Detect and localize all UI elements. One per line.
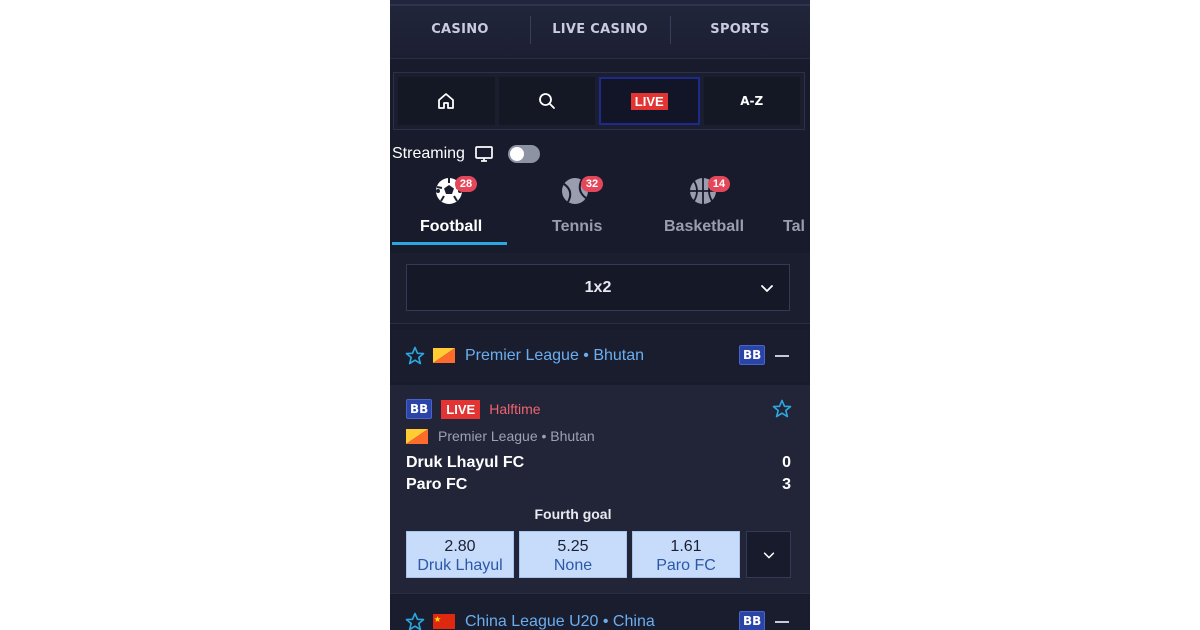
odd-button-home[interactable]: 2.80 Druk Lhayul <box>406 531 514 578</box>
china-flag-icon <box>433 614 455 629</box>
active-sport-indicator <box>392 242 507 245</box>
sport-tabs: 28 Football 32 Tennis 14 Basketball Tal <box>390 170 810 248</box>
market-select[interactable]: 1x2 <box>406 264 790 311</box>
home-icon <box>438 93 455 109</box>
odd-label: Paro FC <box>656 557 716 574</box>
bet-builder-badge: BB <box>739 345 766 365</box>
sport-tab-tennis[interactable]: 32 Tennis <box>515 170 633 246</box>
monitor-icon <box>475 146 493 162</box>
streaming-toggle[interactable] <box>507 145 540 163</box>
home-button[interactable] <box>398 77 495 125</box>
tab-sports[interactable]: SPORTS <box>670 0 810 58</box>
az-label: A-Z <box>740 94 764 108</box>
home-team: Druk Lhayul FC <box>406 454 525 471</box>
league-name[interactable]: Premier League • Bhutan <box>465 347 644 365</box>
event-league-name: Premier League • Bhutan <box>438 428 595 444</box>
bhutan-flag-icon <box>406 428 428 444</box>
market-select-value: 1x2 <box>584 278 612 296</box>
divider <box>390 593 810 594</box>
odd-value: 5.25 <box>557 538 589 555</box>
tab-live-casino[interactable]: LIVE CASINO <box>530 0 670 58</box>
partial-sport-label: Tal <box>783 218 805 235</box>
tab-casino[interactable]: CASINO <box>390 0 530 58</box>
live-button[interactable]: LIVE <box>599 77 700 125</box>
away-score: 3 <box>782 476 791 493</box>
league-header[interactable]: Premier League • Bhutan BB <box>390 329 810 383</box>
event-card[interactable]: BB LIVE Halftime Premier League • Bhutan… <box>390 385 810 593</box>
tennis-count-badge: 32 <box>581 176 603 192</box>
product-tabs: CASINO LIVE CASINO SPORTS <box>390 0 810 59</box>
streaming-row: Streaming <box>392 143 540 165</box>
favorite-star-icon[interactable] <box>772 399 792 419</box>
odd-value: 2.80 <box>444 538 476 555</box>
sport-tab-basketball[interactable]: 14 Basketball <box>645 170 763 246</box>
away-team: Paro FC <box>406 476 468 493</box>
favorite-star-icon[interactable] <box>405 612 425 630</box>
bet-builder-badge: BB <box>739 611 766 630</box>
odd-button-away[interactable]: 1.61 Paro FC <box>632 531 740 578</box>
more-markets-button[interactable] <box>746 531 791 578</box>
odd-label: Druk Lhayul <box>417 557 503 574</box>
market-title: Fourth goal <box>534 506 612 522</box>
bhutan-flag-icon <box>433 348 455 363</box>
sport-tab-partial[interactable]: Tal <box>765 170 810 246</box>
league-name[interactable]: China League U20 • China <box>465 613 655 630</box>
basketball-count-badge: 14 <box>708 176 730 192</box>
streaming-label: Streaming <box>392 145 465 162</box>
bet-builder-badge: BB <box>406 399 433 419</box>
football-count-badge: 28 <box>455 176 477 192</box>
league-header[interactable]: China League U20 • China BB <box>390 595 810 630</box>
home-score: 0 <box>782 454 791 471</box>
basketball-label: Basketball <box>664 218 745 235</box>
collapse-icon[interactable] <box>775 355 789 357</box>
tennis-label: Tennis <box>552 218 603 235</box>
event-league-row: Premier League • Bhutan <box>406 428 595 444</box>
sport-tab-football[interactable]: 28 Football <box>390 170 508 246</box>
sports-icon-nav: LIVE A-Z <box>393 72 805 130</box>
collapse-icon[interactable] <box>775 621 789 623</box>
chevron-down-icon <box>761 285 773 292</box>
football-label: Football <box>420 218 483 235</box>
match-status: Halftime <box>489 401 541 417</box>
chevron-down-icon <box>763 551 774 558</box>
az-button[interactable]: A-Z <box>703 77 800 125</box>
live-tag: LIVE <box>441 399 481 419</box>
odd-button-none[interactable]: 5.25 None <box>519 531 627 578</box>
search-icon <box>538 93 555 109</box>
live-label: LIVE <box>630 92 668 110</box>
odd-value: 1.61 <box>670 538 702 555</box>
search-button[interactable] <box>498 77 595 125</box>
odd-label: None <box>553 557 593 574</box>
favorite-star-icon[interactable] <box>405 346 425 366</box>
event-status-row: BB LIVE Halftime <box>406 399 541 419</box>
mobile-sportsbook-screen: CASINO LIVE CASINO SPORTS LIVE A-Z Strea… <box>390 0 810 630</box>
market-filter: 1x2 <box>390 253 810 324</box>
